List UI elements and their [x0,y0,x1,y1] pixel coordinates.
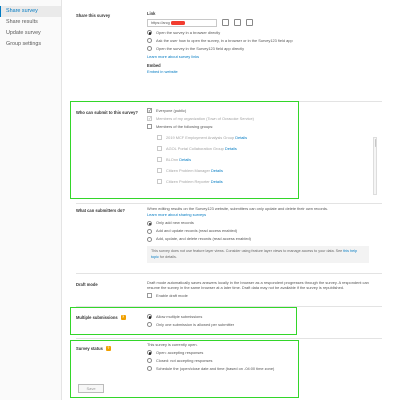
copy-icon[interactable] [222,19,230,27]
submitters-section: When editing results on the Survey123 we… [147,206,369,264]
draft-description: Draft mode automatically saves answers l… [147,280,369,291]
radio-icon[interactable] [147,228,152,234]
open-link-icon[interactable] [246,19,254,27]
sidebar-item-group-settings[interactable]: Group settings [0,39,61,50]
radio-icon[interactable] [147,38,152,44]
sidebar-item-update-survey[interactable]: Update survey [0,28,61,39]
sidebar-item-share-results[interactable]: Share results [0,17,61,28]
divider [76,273,382,274]
share-heading: Share this survey [76,13,111,18]
groups-scrollbar[interactable] [373,137,377,195]
main-panel: Share this survey Link https://arcg Open… [68,0,396,400]
submitters-option-add-update[interactable]: Add and update records (read access enab… [147,227,369,235]
divider [76,203,382,204]
link-field[interactable]: https://arcg [147,18,217,27]
draft-section: Draft mode automatically saves answers l… [147,280,369,300]
share-section: Link https://arcg Open the survey in a b… [147,11,369,76]
sidebar: Share survey Share results Update survey… [0,0,62,400]
link-row: https://arcg [147,18,369,28]
highlight-box-status [70,340,299,398]
learn-more-sharing[interactable]: Learn more about sharing surveys [147,211,369,219]
draft-heading: Draft mode [76,282,98,287]
views-note: This survey does not use feature layer v… [147,246,369,264]
note-link-this[interactable]: this [343,249,349,253]
radio-icon[interactable] [147,236,152,242]
checkbox-icon[interactable] [147,293,152,299]
link-label: Link [147,11,156,16]
divider [76,338,382,339]
sidebar-item-share-survey[interactable]: Share survey [0,6,61,17]
link-option-browser[interactable]: Open the survey in a browser directly [147,29,369,37]
qr-code-icon[interactable] [234,19,242,27]
submitters-heading: What can submitters do? [76,208,125,213]
link-option-field-app[interactable]: Open the survey in the Survey123 field a… [147,45,369,53]
radio-icon[interactable] [147,46,152,52]
redaction-mark [170,21,185,25]
radio-icon[interactable] [147,30,152,36]
learn-more-links[interactable]: Learn more about survey links [147,53,369,61]
draft-toggle[interactable]: Enable draft mode [147,292,369,300]
scrollbar-thumb[interactable] [374,139,376,147]
embed-link[interactable]: Embed in website [147,68,369,76]
link-option-ask[interactable]: Ask the user how to open the survey, in … [147,37,369,45]
submitters-option-add[interactable]: Only add new records [147,219,369,227]
highlight-box-who [70,101,299,199]
highlight-box-multiple [70,307,297,335]
radio-icon[interactable] [147,220,152,226]
submitters-option-add-update-delete[interactable]: Add, update, and delete records (read ac… [147,235,369,243]
